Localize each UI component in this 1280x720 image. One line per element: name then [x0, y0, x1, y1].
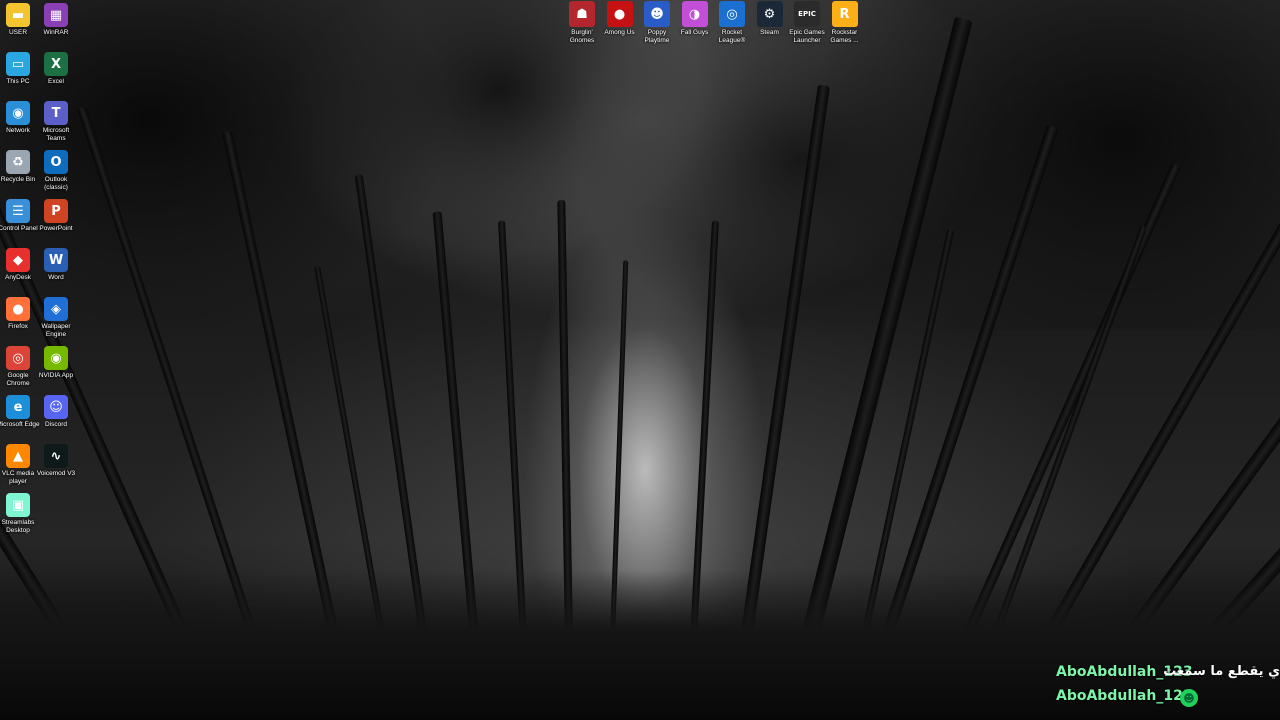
voicemod-icon: ∿	[44, 444, 68, 468]
forest-canopy	[0, 0, 1280, 330]
desktop-shortcut-label: NVIDIA App	[38, 372, 74, 379]
chat-text: ي يقطع ما سمعت	[1163, 664, 1280, 679]
desktop-shortcut[interactable]: X Excel	[34, 52, 78, 86]
nvidia-icon: ◉	[44, 346, 68, 370]
word-icon: W	[44, 248, 68, 272]
desktop-shortcut-label: Word	[48, 274, 64, 281]
monitor-icon: ▭	[6, 52, 30, 76]
desktop-shortcut[interactable]: ◉ NVIDIA App	[34, 346, 78, 380]
desktop-shortcut[interactable]: ▣ Streamlabs Desktop	[0, 493, 40, 534]
rocket-league-icon: ◎	[719, 1, 745, 27]
winrar-icon: ▦	[44, 3, 68, 27]
chat-message: AboAbdullah_123 ي يقطع ما سمعت	[1040, 664, 1280, 688]
recycle-bin-icon: ♻	[6, 150, 30, 174]
chat-username: AboAbdullah_123	[1056, 688, 1193, 704]
vlc-icon: ▲	[6, 444, 30, 468]
desktop-wallpaper	[0, 0, 1280, 720]
firefox-icon: ●	[6, 297, 30, 321]
fall-guys-icon: ◑	[681, 1, 708, 27]
desktop-shortcut[interactable]: W Word	[34, 248, 78, 282]
smiley-badge-icon: ☻	[1180, 689, 1198, 707]
desktop-shortcut-label: Microsoft Teams	[42, 127, 70, 142]
desktop-shortcut[interactable]: R Rockstar Games ...	[823, 1, 867, 44]
control-panel-icon: ☰	[6, 199, 30, 223]
edge-icon: e	[6, 395, 30, 419]
desktop-shortcut-label: Rockstar Games ...	[830, 29, 859, 44]
anydesk-icon: ◆	[6, 248, 30, 272]
desktop-shortcut[interactable]: ∿ Voicemod V3	[34, 444, 78, 478]
chat-overlay: AboAbdullah_123 ي يقطع ما سمعت AboAbdull…	[1040, 664, 1280, 712]
outlook-icon: O	[44, 150, 68, 174]
network-icon: ◉	[6, 101, 30, 125]
streamlabs-icon: ▣	[6, 493, 30, 517]
desktop-shortcut[interactable]: ◈ Wallpaper Engine	[34, 297, 78, 338]
poppy-playtime-icon: ☻	[644, 1, 670, 27]
desktop-shortcut[interactable]: O Outlook (classic)	[34, 150, 78, 191]
powerpoint-icon: P	[44, 199, 68, 223]
discord-icon: ☺	[44, 395, 68, 419]
desktop-shortcut-label: PowerPoint	[39, 225, 73, 232]
rockstar-icon: R	[831, 1, 858, 27]
desktop-shortcut[interactable]: ▦ WinRAR	[34, 3, 78, 37]
desktop-shortcut-label: Discord	[44, 421, 68, 428]
folder-icon: ▬	[6, 3, 30, 27]
desktop-shortcut[interactable]: P PowerPoint	[34, 199, 78, 233]
desktop-shortcut-label: Wallpaper Engine	[41, 323, 71, 338]
desktop-shortcut-label: Outlook (classic)	[44, 176, 68, 191]
desktop-shortcut-label: WinRAR	[43, 29, 69, 36]
chrome-icon: ◎	[6, 346, 30, 370]
steam-icon: ⚙	[756, 1, 783, 27]
epic-games-icon: EPIC	[794, 1, 820, 27]
among-us-icon: ●	[606, 1, 633, 27]
chat-message: AboAbdullah_123 ☻	[1040, 688, 1280, 712]
desktop-shortcut-label: Streamlabs Desktop	[1, 519, 35, 534]
desktop-shortcut[interactable]: T Microsoft Teams	[34, 101, 78, 142]
desktop-shortcut-label: Voicemod V3	[36, 470, 76, 477]
excel-icon: X	[44, 52, 68, 76]
burglin-gnomes-icon: ☗	[569, 1, 595, 27]
teams-icon: T	[44, 101, 68, 125]
wallpaper-engine-icon: ◈	[44, 297, 68, 321]
desktop-shortcut-label: Excel	[48, 78, 64, 85]
desktop-shortcut[interactable]: ☺ Discord	[34, 395, 78, 429]
